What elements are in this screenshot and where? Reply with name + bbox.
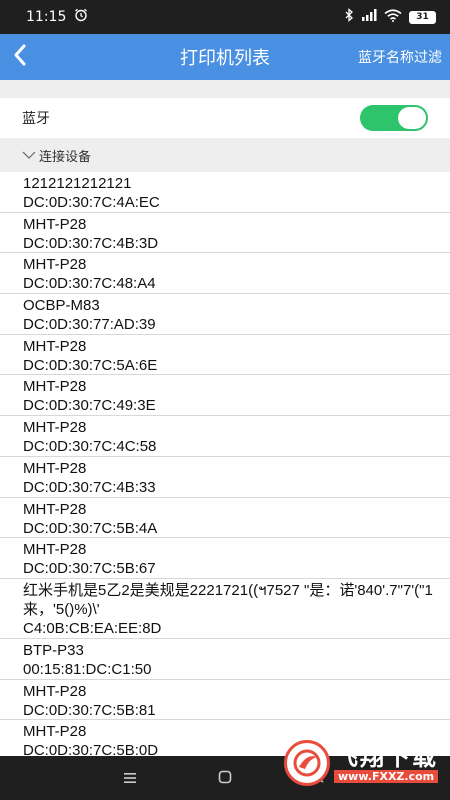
back-button[interactable] xyxy=(0,34,40,80)
device-list-item[interactable]: MHT-P28 DC:0D:30:7C:4B:3D xyxy=(0,213,450,254)
device-name: BTP-P33 xyxy=(23,641,84,659)
device-list-item[interactable]: MHT-P28 DC:0D:30:7C:4C:58 xyxy=(0,416,450,457)
device-address: DC:0D:30:7C:48:A4 xyxy=(23,275,156,293)
chevron-left-icon xyxy=(13,44,27,70)
status-bar: 11:15 31 xyxy=(0,0,450,34)
device-name: MHT-P28 xyxy=(23,500,87,518)
device-address: DC:0D:30:7C:49:3E xyxy=(23,397,156,415)
device-address: DC:0D:30:7C:5A:6E xyxy=(23,356,158,374)
divider-strip xyxy=(0,80,450,98)
device-name: MHT-P28 xyxy=(23,723,87,741)
toggle-knob xyxy=(398,107,426,129)
device-address: DC:0D:30:7C:4B:3D xyxy=(23,234,159,252)
device-name: MHT-P28 xyxy=(23,541,87,559)
device-address: DC:0D:30:77:AD:39 xyxy=(23,316,156,334)
device-list-item[interactable]: MHT-P28 DC:0D:30:7C:49:3E xyxy=(0,375,450,417)
wifi-icon xyxy=(384,8,402,26)
home-icon xyxy=(218,769,232,788)
bluetooth-label: 蓝牙 xyxy=(22,111,50,127)
back-nav-button[interactable] xyxy=(308,768,332,788)
app-bar: 打印机列表 蓝牙名称过滤 xyxy=(0,34,450,80)
device-name: 红米手机是5乙2是美规是2221721((ฯ7527 "是：诺'840'.7"7… xyxy=(23,581,433,618)
device-list-item[interactable]: MHT-P28 DC:0D:30:7C:5B:4A xyxy=(0,498,450,539)
bluetooth-row: 蓝牙 xyxy=(0,98,450,138)
device-list-item[interactable]: BTP-P33 00:15:81:DC:C1:50 xyxy=(0,639,450,680)
device-name: MHT-P28 xyxy=(23,419,87,437)
menu-nav-button[interactable] xyxy=(118,768,142,788)
device-list[interactable]: 1212121212121 DC:0D:30:7C:4A:EC MHT-P28 DC:… xyxy=(0,172,450,756)
bluetooth-name-filter-button[interactable]: 蓝牙名称过滤 xyxy=(358,47,450,67)
device-list-item[interactable]: MHT-P28 DC:0D:30:7C:5B:0D xyxy=(0,720,450,756)
device-address: DC:0D:30:7C:5B:0D xyxy=(23,742,159,756)
device-list-item[interactable]: MHT-P28 DC:0D:30:7C:48:A4 xyxy=(0,253,450,295)
device-address: DC:0D:30:7C:4C:58 xyxy=(23,438,157,456)
device-name: OCBP-M83 xyxy=(23,297,100,315)
chevron-down-icon xyxy=(22,150,36,160)
device-list-item[interactable]: 1212121212121 DC:0D:30:7C:4A:EC xyxy=(0,172,450,213)
device-list-item[interactable]: MHT-P28 DC:0D:30:7C:4B:33 xyxy=(0,457,450,498)
section-label: 连接设备 xyxy=(39,149,92,165)
alarm-icon xyxy=(74,8,88,26)
device-address: DC:0D:30:7C:5B:81 xyxy=(23,701,156,719)
status-time: 11:15 xyxy=(26,9,67,25)
device-list-item[interactable]: MHT-P28 DC:0D:30:7C:5B:67 xyxy=(0,538,450,579)
system-nav-bar xyxy=(0,756,450,800)
device-name: MHT-P28 xyxy=(23,682,87,700)
device-address: C4:0B:CB:EA:EE:8D xyxy=(23,619,162,637)
home-nav-button[interactable] xyxy=(213,768,237,788)
device-name: 1212121212121 xyxy=(23,175,132,192)
device-name: MHT-P28 xyxy=(23,378,87,396)
battery-icon: 31 xyxy=(409,10,436,24)
device-list-item[interactable]: 红米手机是5乙2是美规是2221721((ฯ7527 "是：诺'840'.7"7… xyxy=(0,579,450,639)
bluetooth-status-icon xyxy=(344,8,354,26)
menu-icon xyxy=(123,769,137,788)
back-triangle-icon xyxy=(313,769,327,788)
connected-devices-header[interactable]: 连接设备 xyxy=(0,138,450,172)
device-address: 00:15:81:DC:C1:50 xyxy=(23,660,152,678)
device-name: MHT-P28 xyxy=(23,459,87,477)
device-name: MHT-P28 xyxy=(23,215,87,233)
device-list-item[interactable]: MHT-P28 DC:0D:30:7C:5B:81 xyxy=(0,680,450,721)
device-name: MHT-P28 xyxy=(23,256,87,274)
device-list-item[interactable]: OCBP-M83 DC:0D:30:77:AD:39 xyxy=(0,294,450,335)
device-list-item[interactable]: MHT-P28 DC:0D:30:7C:5A:6E xyxy=(0,335,450,376)
signal-icon xyxy=(361,9,377,25)
device-address: DC:0D:30:7C:4A:EC xyxy=(23,194,160,211)
device-address: DC:0D:30:7C:5B:67 xyxy=(23,560,156,578)
device-name: MHT-P28 xyxy=(23,337,87,355)
device-address: DC:0D:30:7C:5B:4A xyxy=(23,519,158,537)
device-address: DC:0D:30:7C:4B:33 xyxy=(23,478,156,496)
bluetooth-toggle[interactable] xyxy=(360,105,428,131)
